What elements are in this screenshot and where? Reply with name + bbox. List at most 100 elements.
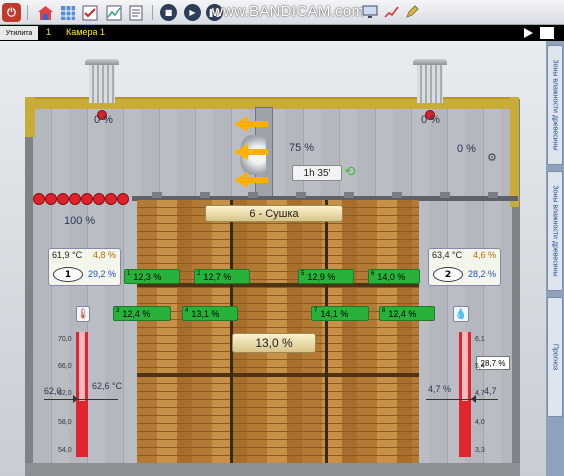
humidity-current: 4,7 % [428,384,452,394]
moisture-sensor-7[interactable]: 7 14,1 % [311,306,369,321]
hygrometer-icon[interactable]: 💧 [453,306,469,322]
kiln-roof-edge [25,97,35,137]
camera-number: 1 [46,27,52,37]
tab-wood-humidity-zones-2[interactable]: Зоны влажности древесины [547,171,563,291]
camera-name: Камера 1 [66,27,105,37]
moisture-sensor-3[interactable]: 3 12,4 % [113,306,171,321]
vent-pipe [89,65,115,103]
sensor-value: 12,4 % [388,308,417,319]
rail-support [200,192,210,198]
moisture-sensor-4[interactable]: 4 13,1 % [182,306,238,321]
scale-tick: 70,0 [58,336,72,343]
rail-support [392,192,402,198]
humidity-scale-fill [459,401,471,457]
reverse-cycle-icon[interactable]: ⟲ [344,164,356,180]
zone-air-humidity: 28,2 % [467,269,496,279]
tab-label: Прогноз [551,343,559,371]
screen-icon[interactable] [362,3,378,21]
zone-number: 1 [53,267,83,282]
sensor-value: 12,4 % [122,308,151,319]
kiln-roof-edge [510,97,519,207]
moisture-sensor-6[interactable]: 6 14,0 % [368,269,420,284]
exhaust-vent-right[interactable] [413,59,447,120]
airflow-arrow-icon [234,144,268,160]
humidity-setpoint: 4,7 [484,386,497,396]
temperature-marker-line [44,399,118,400]
tab-forecast[interactable]: Прогноз [547,297,563,417]
trend-icon[interactable] [384,3,400,21]
scale-tick: 4,0 [475,419,485,426]
kiln-scene: 0 % 0 % 0 % 75 % 1h 35' ⟲ ⚙ 100 % 6 - Су… [0,41,546,476]
sensor-number: 8 [382,308,386,314]
zone-1-readout[interactable]: 61,9 °C 4,8 % 1 29,2 % [48,248,121,286]
humidity-marker-icon [471,395,476,403]
temperature-scale-fill [76,401,88,457]
gear-icon[interactable]: ⚙ [487,151,497,164]
moisture-sensor-5[interactable]: 5 12,9 % [298,269,354,284]
rail-support [488,192,498,198]
heater-indicator [33,193,45,205]
tab-label: Зоны влажности древесины [551,59,559,151]
airflow-arrow-icon [234,116,268,132]
heater-indicator [93,193,105,205]
humidity-marker-line [426,399,498,400]
toolbar: ⏻ ■ ▶ ❚❚ www.BANDICAM.com [0,0,564,25]
sensor-value: 14,1 % [320,308,349,319]
fan-speed-value: 75 % [289,142,315,154]
sensor-value: 14,0 % [377,271,406,282]
rail-support [248,192,258,198]
zone-psychrometric: 4,8 % [92,250,116,260]
vent-pipe [417,65,443,103]
scale-tick: 58,0 [58,419,72,426]
flag-icon[interactable] [540,27,554,39]
zone-2-readout[interactable]: 63,4 °C 4,6 % 2 28,2 % [428,248,501,286]
play-icon[interactable]: ▶ [184,4,201,21]
temperature-setpoint: 62,0 [44,386,62,396]
airflow-arrow-icon [234,172,268,188]
zone-air-humidity: 29,2 % [87,269,116,279]
stack-divider [137,373,419,377]
average-humidity: 13,0 % [232,333,316,353]
heater-indicator [69,193,81,205]
moisture-sensor-1[interactable]: 1 12,3 % [124,269,180,284]
power-icon[interactable]: ⏻ [2,3,21,22]
document-icon[interactable] [126,3,145,22]
rail-support [296,192,306,198]
play-arrow-icon[interactable] [524,28,533,38]
sensor-value: 12,3 % [133,271,162,282]
tab-label: Зоны влажности древесины [551,185,559,277]
utility-tab[interactable]: Утилита [0,26,38,40]
heater-indicator [81,193,93,205]
vent-right2-value: 0 % [457,143,476,155]
rail-support [152,192,162,198]
pencil-icon[interactable] [404,3,420,21]
sensor-number: 1 [127,271,131,277]
exhaust-vent-left[interactable] [85,59,119,120]
sensor-number: 5 [301,271,305,277]
heater-indicator [57,193,69,205]
zone-psychrometric: 4,6 % [472,250,496,260]
scale-tick: 5,4 [475,363,485,370]
scale-tick: 3,3 [475,447,485,454]
moisture-sensor-8[interactable]: 8 12,4 % [379,306,435,321]
sensor-number: 4 [185,308,189,314]
sensor-value: 12,7 % [203,271,232,282]
sensor-value: 13,1 % [191,308,220,319]
zone-temperature: 63,4 °C [432,250,463,260]
stop-icon[interactable]: ■ [160,4,177,21]
heater-power-value: 100 % [64,215,96,227]
moisture-sensor-2[interactable]: 2 12,7 % [194,269,250,284]
checklist-icon[interactable] [80,3,99,22]
house-icon[interactable] [36,3,55,22]
side-tab-strip: Зоны влажности древесины Зоны влажности … [546,41,564,476]
thermometer-icon[interactable]: 🌡 [76,306,90,322]
grid-icon[interactable] [58,3,77,22]
status-bar: Утилита 1 Камера 1 [0,25,564,41]
chart-icon[interactable] [104,3,123,22]
sensor-number: 6 [371,271,375,277]
sensor-number: 7 [314,308,318,314]
rail-support [440,192,450,198]
sensor-number: 2 [197,271,201,277]
tab-wood-humidity-zones[interactable]: Зоны влажности древесины [547,45,563,165]
stack-column-divider [325,200,328,476]
